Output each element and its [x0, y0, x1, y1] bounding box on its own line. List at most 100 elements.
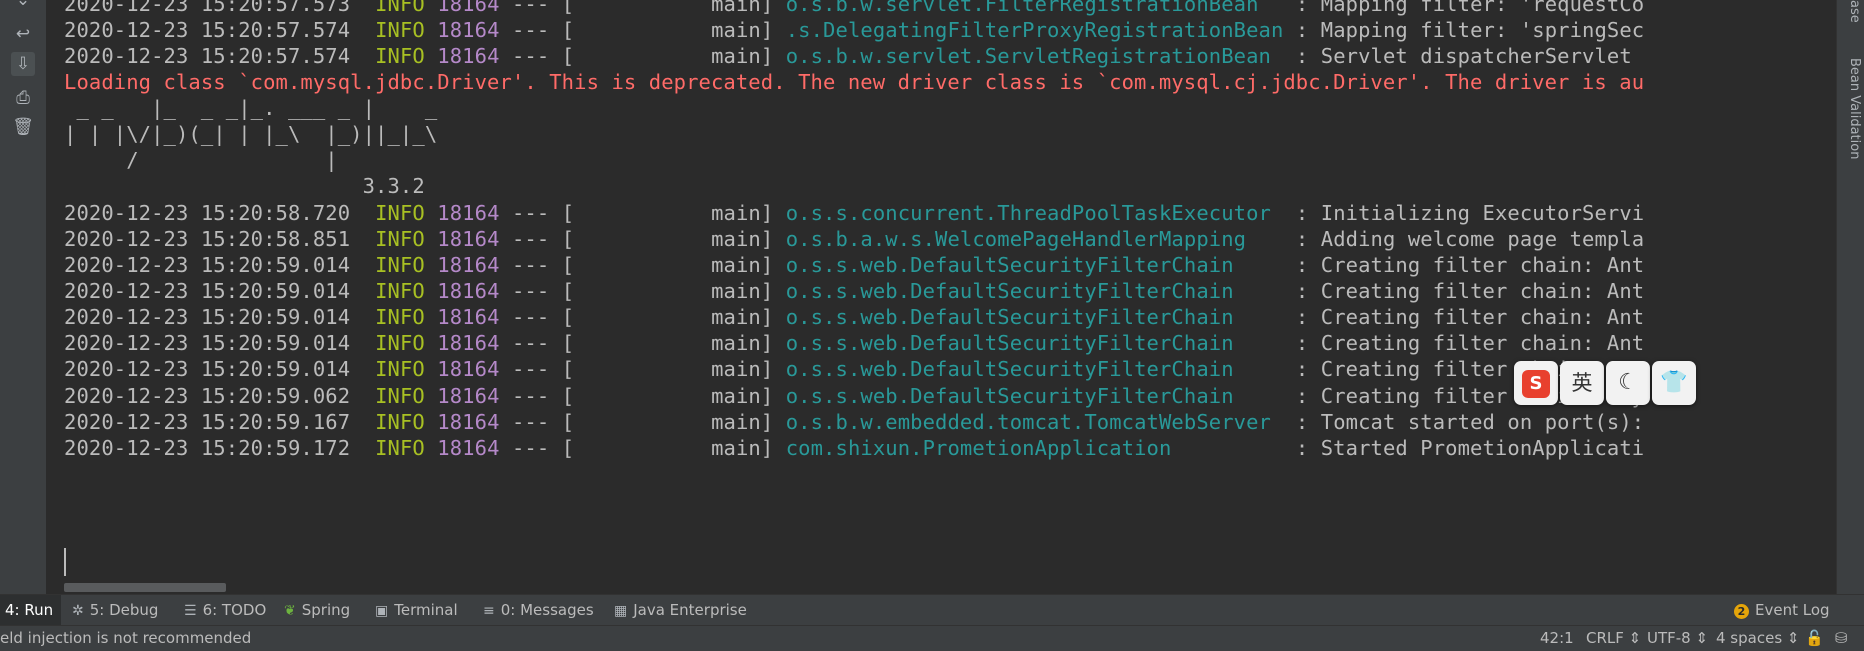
log-time: 2020-12-23 15:20:59.014 [64, 305, 351, 329]
log-time: 2020-12-23 15:20:58.851 [64, 227, 351, 251]
run-console[interactable]: 2020-12-23 15:20:57.573 INFO 18164 --- [… [46, 0, 1836, 594]
log-thread: main] [711, 253, 774, 277]
log-pid: 18164 [437, 44, 500, 68]
right-tool-tab-bean-validation[interactable]: Bean Validation [1838, 58, 1862, 198]
tab-java-enterprise[interactable]: ▦ Java Enterprise [614, 595, 747, 626]
soft-wrap-icon[interactable]: ↩ [11, 22, 35, 46]
tab-run-label: 4: Run [5, 601, 54, 619]
log-thread: main] [711, 384, 774, 408]
log-pid: 18164 [437, 279, 500, 303]
log-logger: o.s.s.web.DefaultSecurityFilterChain [785, 357, 1234, 381]
log-time: 2020-12-23 15:20:57.574 [64, 44, 351, 68]
moon-icon[interactable]: ☾ [1606, 361, 1650, 405]
indent-selector[interactable]: 4 spaces ⇕ [1716, 626, 1799, 651]
log-sep: --- [ [511, 201, 575, 225]
log-thread: main] [711, 201, 774, 225]
ime-sogou-button[interactable]: S [1514, 361, 1558, 405]
log-logger: o.s.s.concurrent.ThreadPoolTaskExecutor [785, 201, 1271, 225]
java-enterprise-icon: ▦ [614, 603, 628, 619]
log-message: : Initializing ExecutorServi [1295, 201, 1645, 225]
log-sep: --- [ [511, 436, 575, 460]
log-logger: o.s.s.web.DefaultSecurityFilterChain [785, 305, 1234, 329]
log-time: 2020-12-23 15:20:57.573 [64, 0, 351, 16]
log-pid: 18164 [437, 253, 500, 277]
horizontal-scrollbar[interactable] [64, 583, 226, 592]
log-sep: --- [ [511, 279, 575, 303]
tab-terminal[interactable]: ▣ Terminal [375, 595, 458, 626]
status-message[interactable]: eld injection is not recommended [0, 626, 251, 651]
log-thread: main] [711, 44, 774, 68]
status-bar: eld injection is not recommended 42:1 CR… [0, 625, 1864, 651]
log-thread: main] [711, 227, 774, 251]
log-level: INFO [375, 279, 425, 303]
log-level: INFO [375, 227, 425, 251]
tab-debug[interactable]: ✲ 5: Debug [72, 595, 158, 626]
print-icon[interactable]: ⎙ [11, 86, 35, 110]
list-icon: ☰ [184, 603, 197, 619]
memory-indicator-icon[interactable]: ⛁ [1835, 626, 1848, 651]
log-pid: 18164 [437, 0, 500, 16]
text-caret [64, 548, 66, 576]
log-sep: --- [ [511, 331, 575, 355]
event-log-badge: 2 [1734, 604, 1749, 619]
encoding-selector[interactable]: UTF-8 ⇕ [1647, 626, 1708, 651]
sogou-logo-icon: S [1522, 370, 1550, 398]
right-tool-tab-database[interactable]: ase [1838, 0, 1862, 30]
log-time: 2020-12-23 15:20:59.014 [64, 357, 351, 381]
log-logger: o.s.b.w.servlet.ServletRegistrationBean [785, 44, 1271, 68]
log-thread: main] [711, 279, 774, 303]
log-sep: --- [ [511, 305, 575, 329]
tab-run[interactable]: 4: Run [0, 595, 62, 626]
log-thread: main] [711, 305, 774, 329]
log-sep: --- [ [511, 44, 575, 68]
log-pid: 18164 [437, 18, 500, 42]
log-pid: 18164 [437, 357, 500, 381]
log-pid: 18164 [437, 331, 500, 355]
scroll-up-icon[interactable]: ⌄ [11, 0, 35, 12]
line-separator-selector[interactable]: CRLF ⇕ [1586, 626, 1641, 651]
log-logger: .s.DelegatingFilterProxyRegistrationBean [785, 18, 1284, 42]
log-message: : Creating filter chain: Ant [1295, 279, 1645, 303]
log-level: INFO [375, 436, 425, 460]
log-level: INFO [375, 305, 425, 329]
lock-icon[interactable]: 🔓 [1805, 626, 1824, 651]
log-level: INFO [375, 0, 425, 16]
terminal-icon: ▣ [375, 603, 389, 619]
skin-shirt-icon[interactable]: 👕 [1652, 361, 1696, 405]
log-sep: --- [ [511, 227, 575, 251]
log-thread: main] [711, 357, 774, 381]
tab-todo[interactable]: ☰ 6: TODO [184, 595, 266, 626]
log-message: : Tomcat started on port(s): [1295, 410, 1645, 434]
log-level: INFO [375, 253, 425, 277]
tab-messages[interactable]: ≡ 0: Messages [483, 595, 594, 626]
log-message: : Creating filter chain: Ant [1295, 253, 1645, 277]
caret-position[interactable]: 42:1 [1540, 626, 1574, 651]
clear-all-icon[interactable]: 🗑 [11, 115, 35, 139]
bug-icon: ✲ [72, 603, 84, 619]
log-time: 2020-12-23 15:20:59.172 [64, 436, 351, 460]
log-thread: main] [711, 436, 774, 460]
tab-java-enterprise-label: Java Enterprise [633, 601, 747, 619]
log-pid: 18164 [437, 384, 500, 408]
log-line: 2020-12-23 15:20:59.172 INFO 18164 --- [… [64, 433, 1644, 464]
tool-window-bar: 4: Run ✲ 5: Debug ☰ 6: TODO ❦ Spring ▣ Termi… [0, 594, 1864, 626]
log-message: : Mapping filter: 'springSec [1295, 18, 1645, 42]
log-time: 2020-12-23 15:20:58.720 [64, 201, 351, 225]
tab-event-log[interactable]: 2 Event Log [1734, 595, 1830, 626]
log-level: INFO [375, 410, 425, 434]
tab-spring[interactable]: ❦ Spring [284, 595, 350, 626]
scroll-to-end-icon[interactable]: ⇩ [11, 52, 35, 76]
ime-language-button[interactable]: 英 [1560, 361, 1604, 405]
log-thread: main] [711, 18, 774, 42]
spring-leaf-icon: ❦ [284, 603, 296, 619]
log-sep: --- [ [511, 253, 575, 277]
log-message: : Started PrometionApplicati [1295, 436, 1645, 460]
log-logger: o.s.b.w.servlet.FilterRegistrationBean [785, 0, 1259, 16]
log-sep: --- [ [511, 410, 575, 434]
log-time: 2020-12-23 15:20:59.062 [64, 384, 351, 408]
log-logger: o.s.s.web.DefaultSecurityFilterChain [785, 331, 1234, 355]
log-logger: com.shixun.PrometionApplication [785, 436, 1172, 460]
log-time: 2020-12-23 15:20:59.014 [64, 253, 351, 277]
log-pid: 18164 [437, 201, 500, 225]
log-logger: o.s.s.web.DefaultSecurityFilterChain [785, 253, 1234, 277]
